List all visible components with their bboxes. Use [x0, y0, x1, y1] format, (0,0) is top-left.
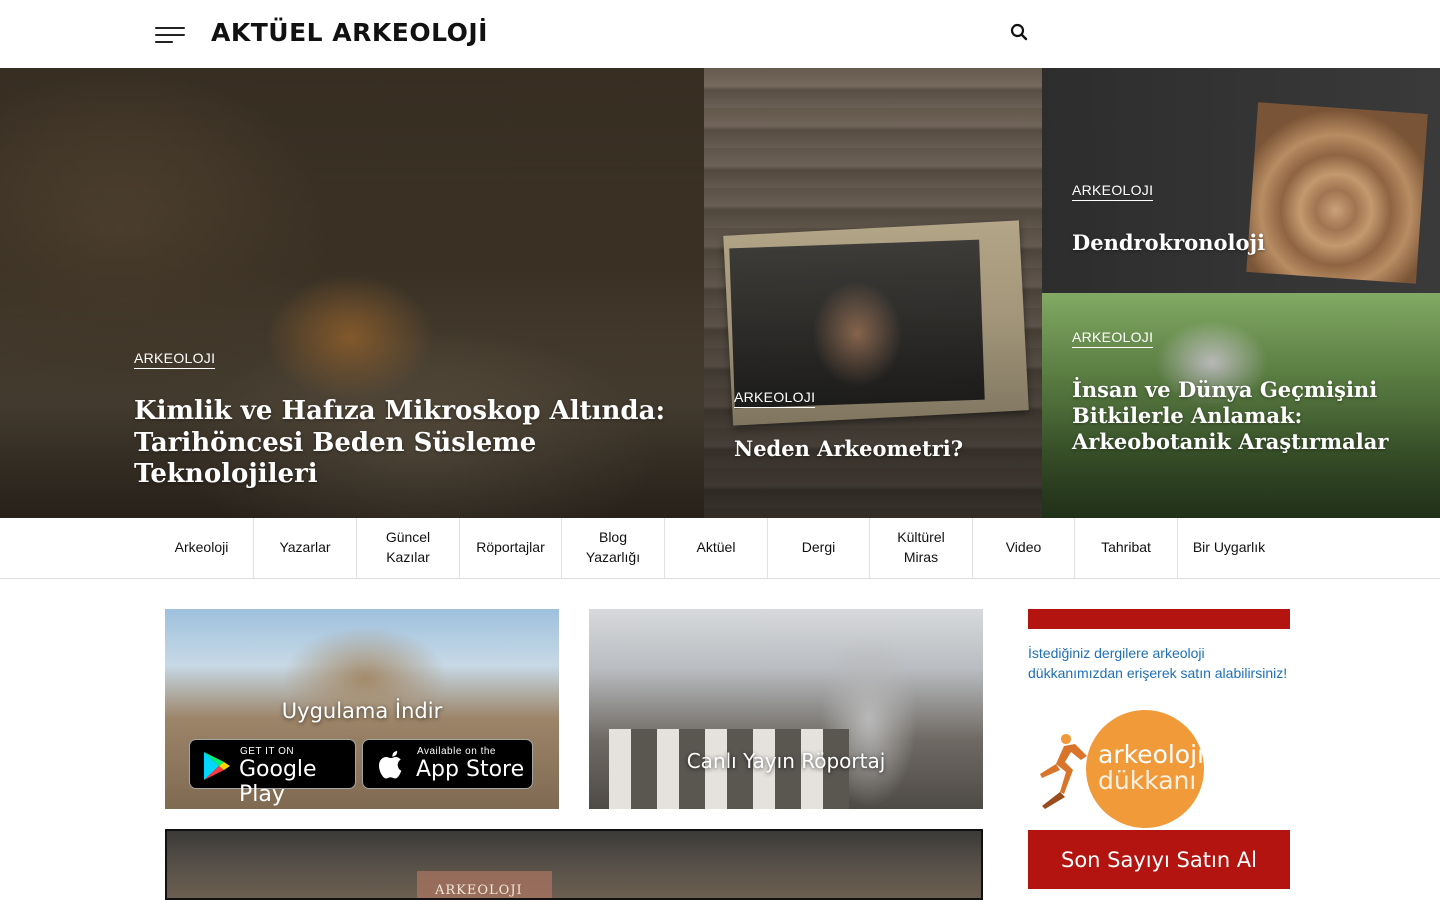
hero-image-tree-rings [1246, 102, 1428, 284]
magazine-cover-title: ARKEOLOJI [435, 883, 523, 898]
category-link[interactable]: ARKEOLOJI [1072, 329, 1154, 348]
nav-item-bir-uygarlik[interactable]: Bir Uygarlık [1177, 518, 1280, 578]
google-play-icon [204, 752, 230, 780]
nav-item-video[interactable]: Video [972, 518, 1074, 578]
live-interview-title[interactable]: Canlı Yayın Röportaj [589, 749, 983, 773]
nav-item-arkeoloji[interactable]: Arkeoloji [150, 518, 253, 578]
app-store-large: App Store [416, 757, 525, 782]
category-link[interactable]: ARKEOLOJI [134, 350, 216, 369]
site-header: AKTÜEL ARKEOLOJİ [0, 0, 1440, 68]
category-link[interactable]: ARKEOLOJI [734, 389, 816, 408]
shop-logo-text: arkeoloji [1098, 740, 1204, 769]
nav-item-kulturel-miras[interactable]: Kültürel Miras [869, 518, 972, 578]
hero-card-dendrokronoloji[interactable]: ARKEOLOJI Dendrokronoloji [1042, 68, 1440, 293]
article-title[interactable]: Neden Arkeometri? [734, 436, 1024, 462]
category-link[interactable]: ARKEOLOJI [1072, 182, 1154, 201]
apple-icon [379, 751, 402, 779]
hero-card-arkeobotanik[interactable]: ARKEOLOJI İnsan ve Dünya Geçmişini Bitki… [1042, 293, 1440, 518]
nav-item-blog-yazarligi[interactable]: Blog Yazarlığı [561, 518, 664, 578]
hamburger-menu-icon[interactable] [155, 27, 187, 45]
google-play-button[interactable]: GET IT ON Google Play [189, 739, 356, 807]
nav-item-roportajlar[interactable]: Röportajlar [459, 518, 561, 578]
google-play-large: Google Play [239, 757, 317, 807]
nav-item-dergi[interactable]: Dergi [767, 518, 869, 578]
live-interview-banner[interactable]: Canlı Yayın Röportaj [589, 609, 983, 809]
article-title[interactable]: Kimlik ve Hafıza Mikroskop Altında: Tari… [134, 396, 674, 491]
hero-grid: ARKEOLOJI Kimlik ve Hafıza Mikroskop Alt… [0, 68, 1440, 518]
app-store-button[interactable]: Available on the App Store [362, 739, 533, 789]
buy-latest-issue-button[interactable]: Son Sayıyı Satın Al [1028, 830, 1290, 889]
nav-item-aktuel[interactable]: Aktüel [664, 518, 767, 578]
hero-card-main[interactable]: ARKEOLOJI Kimlik ve Hafıza Mikroskop Alt… [0, 68, 704, 518]
arkeoloji-dukkani-logo[interactable]: arkeoloji dükkanı [1028, 704, 1228, 828]
nav-item-yazarlar[interactable]: Yazarlar [253, 518, 356, 578]
shop-logo-text-secondary: dükkanı [1098, 766, 1197, 795]
app-store-small: Available on the [417, 746, 496, 757]
search-icon[interactable] [1010, 23, 1032, 45]
sidebar-accent-bar [1028, 609, 1290, 629]
site-logo[interactable]: AKTÜEL ARKEOLOJİ [211, 18, 488, 47]
nav-item-tahribat[interactable]: Tahribat [1074, 518, 1177, 578]
article-title[interactable]: Dendrokronoloji [1072, 230, 1412, 256]
category-nav: Arkeoloji Yazarlar Güncel Kazılar Röport… [0, 518, 1440, 579]
hero-card-arkeometri[interactable]: ARKEOLOJI Neden Arkeometri? [704, 68, 1042, 518]
app-download-title: Uygulama İndir [281, 699, 443, 723]
app-download-banner: Uygulama İndir GET IT ON Google Play Ava… [165, 609, 559, 809]
nav-item-guncel-kazilar[interactable]: Güncel Kazılar [356, 518, 459, 578]
magazine-banner[interactable]: ARKEOLOJI [165, 829, 983, 900]
shop-description[interactable]: İstediğiniz dergilere arkeoloji dükkanım… [1028, 643, 1296, 684]
google-play-small: GET IT ON [240, 746, 295, 757]
article-title[interactable]: İnsan ve Dünya Geçmişini Bitkilerle Anla… [1072, 377, 1392, 455]
